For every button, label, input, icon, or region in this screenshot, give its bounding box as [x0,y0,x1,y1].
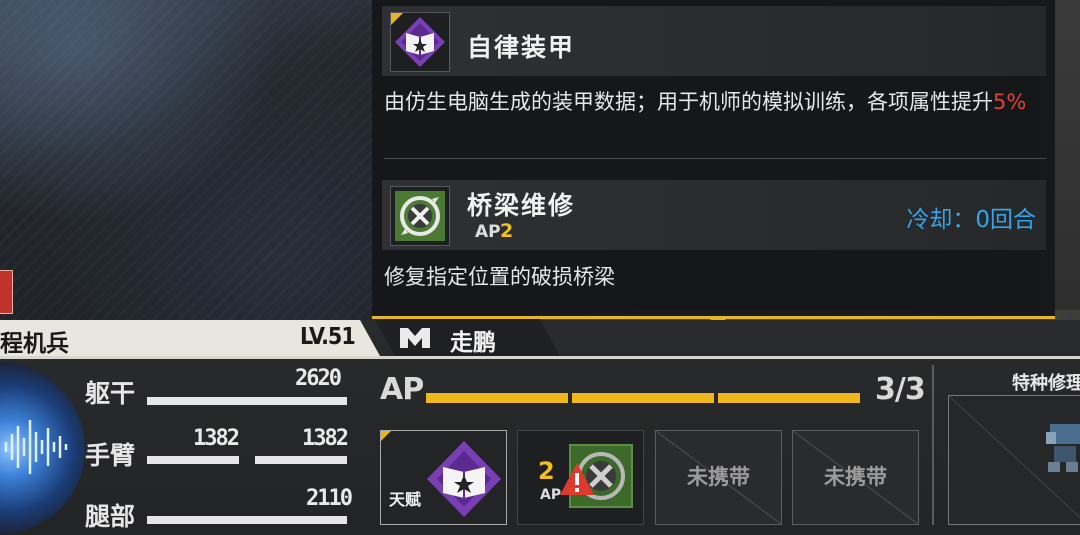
stat-label-torso: 躯干 [85,379,136,408]
stat-bar-arm-right [255,456,347,464]
ap-count: 3/3 [875,372,926,407]
special-panel-title: 特种修理 [1012,373,1080,394]
talent-slot[interactable]: 天赋 [380,430,507,525]
pilot-name[interactable]: 走鹏 [450,323,496,357]
skill-header: 桥梁维修 AP 2 冷却：0回合 [382,180,1046,250]
ap-segment [426,393,568,403]
ap-segment [718,393,860,403]
battlefield-background [0,0,390,320]
ap-cost-label: AP [475,222,501,242]
skill-slot[interactable]: 2 AP [517,430,644,525]
stat-value-arm-left: 1382 [193,426,240,451]
voice-wave-icon [4,420,68,474]
ap-segment [572,393,714,403]
skill-name: 桥梁维修 [467,191,576,220]
stat-bar-legs [147,516,347,524]
unit-level: LV.51 [300,324,356,350]
wrench-hammer-icon [390,186,450,246]
talent-slot-label: 天赋 [389,490,422,509]
unit-name: 程机兵 [0,331,69,357]
stat-label-legs: 腿部 [85,502,136,531]
empty-slot-label: 未携带 [824,465,887,489]
skill-tooltip: 自律装甲 由仿生电脑生成的装甲数据；用于机师的模拟训练，各项属性提升5% 桥梁维… [372,0,1055,319]
stat-value-legs: 2110 [306,486,353,511]
skill-description: 修复指定位置的破损桥梁 [384,265,615,289]
stat-label-arms: 手臂 [85,441,136,470]
stat-value-torso: 2620 [295,366,342,391]
section-divider [932,365,934,525]
stat-bar-arm-left [147,456,239,464]
enemy-marker[interactable] [0,270,13,314]
warning-icon [558,461,596,501]
bonus-percent: 5% [993,90,1027,114]
ap-cost-value: 2 [500,220,514,242]
panel-divider-line [0,356,1080,359]
stat-bar-torso [147,397,347,405]
mech-icon [1040,418,1080,473]
talent-description: 由仿生电脑生成的装甲数据；用于机师的模拟训练，各项属性提升5% [384,90,1027,114]
skill-slot-ap-cost: 2 [538,457,555,485]
tooltip-divider [384,158,1046,159]
empty-slot[interactable]: 未携带 [792,430,919,525]
book-star-icon [425,439,503,523]
pilot-logo-icon [398,324,432,352]
book-star-icon [390,12,450,72]
empty-slot[interactable]: 未携带 [655,430,782,525]
ap-label: AP [380,372,424,407]
cooldown-text: 冷却：0回合 [906,207,1036,233]
talent-header: 自律装甲 [382,6,1046,76]
empty-slot-label: 未携带 [687,465,750,489]
stat-value-arm-right: 1382 [302,426,349,451]
talent-name: 自律装甲 [467,33,576,62]
